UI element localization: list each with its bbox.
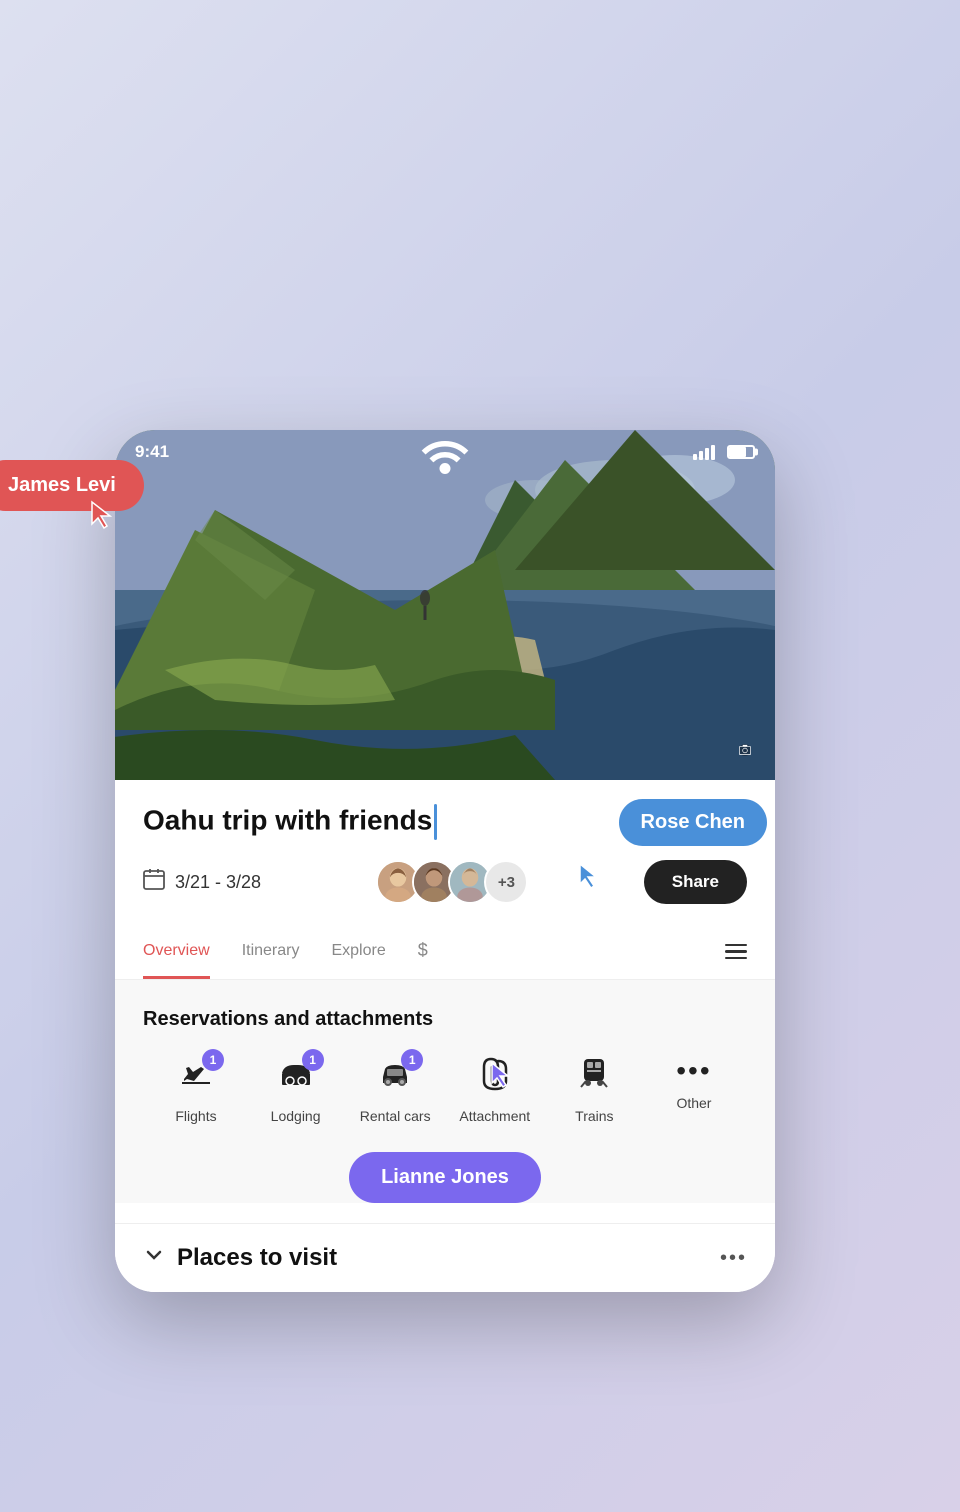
phone-frame: 9:41: [115, 430, 775, 1292]
reservation-flights[interactable]: 1 Flights: [151, 1055, 241, 1124]
rose-chen-tooltip: Rose Chen: [619, 799, 767, 846]
trains-label: Trains: [575, 1108, 613, 1124]
places-title-text: Places to visit: [177, 1244, 337, 1272]
photo-icon[interactable]: [739, 744, 751, 756]
places-header: Places to visit •••: [143, 1244, 747, 1272]
cursor-attachment-icon: [490, 1061, 512, 1094]
date-avatars-row: 3/21 - 3/28: [143, 860, 747, 904]
hamburger-line-1: [725, 944, 747, 947]
rental-cars-label: Rental cars: [360, 1108, 431, 1124]
cursor-james-icon: [90, 500, 114, 535]
text-cursor: [434, 804, 437, 840]
hamburger-menu-button[interactable]: [725, 928, 747, 976]
reservation-trains[interactable]: Trains: [549, 1055, 639, 1124]
flights-label: Flights: [175, 1108, 216, 1124]
chevron-down-icon[interactable]: [143, 1244, 165, 1272]
lodging-icon-wrapper: 1: [278, 1055, 314, 1100]
card-content: Oahu trip with friends Rose Chen: [115, 780, 775, 904]
reservation-rental-cars[interactable]: 1 Rental cars: [350, 1055, 440, 1124]
extra-members-badge[interactable]: +3: [484, 860, 528, 904]
status-icons: [693, 445, 755, 460]
hamburger-line-2: [725, 950, 747, 953]
calendar-icon: [143, 868, 165, 896]
places-more-icon[interactable]: •••: [720, 1247, 747, 1270]
lodging-label: Lodging: [271, 1108, 321, 1124]
lodging-badge: 1: [302, 1049, 324, 1071]
other-icon-wrapper: •••: [676, 1055, 711, 1087]
tab-explore[interactable]: Explore: [331, 926, 385, 979]
reservation-lodging[interactable]: 1 Lodging: [251, 1055, 341, 1124]
rental-cars-icon-wrapper: 1: [377, 1055, 413, 1100]
hero-image: 9:41: [115, 430, 775, 780]
tabs-row: Overview Itinerary Explore $: [115, 924, 775, 980]
james-levi-tooltip: James Levi: [0, 460, 144, 511]
reservations-row: 1 Flights 1 Lodgi: [143, 1055, 747, 1124]
share-button[interactable]: Share: [644, 860, 747, 904]
reservations-section-title: Reservations and attachments: [143, 1008, 747, 1031]
tab-itinerary[interactable]: Itinerary: [242, 926, 300, 979]
trip-title-row: Oahu trip with friends Rose Chen: [143, 804, 747, 840]
cursor-rose-icon: [578, 862, 600, 895]
flights-icon-wrapper: 1: [178, 1055, 214, 1100]
other-icon: •••: [676, 1055, 711, 1087]
lianne-jones-tooltip-wrapper: Lianne Jones: [143, 1152, 747, 1203]
trains-icon: [577, 1055, 611, 1100]
trains-icon-wrapper: [577, 1055, 611, 1100]
date-range: 3/21 - 3/28: [175, 872, 261, 893]
lianne-jones-tooltip: Lianne Jones: [349, 1152, 541, 1203]
places-section: Places to visit •••: [115, 1223, 775, 1292]
hamburger-line-3: [725, 957, 747, 960]
status-bar: 9:41: [115, 430, 775, 474]
attachment-label: Attachment: [459, 1108, 530, 1124]
reservation-attachment[interactable]: Attachment: [450, 1055, 540, 1124]
places-title[interactable]: Places to visit: [143, 1244, 337, 1272]
tab-dollar[interactable]: $: [418, 924, 428, 980]
battery-icon: [727, 445, 755, 459]
flights-badge: 1: [202, 1049, 224, 1071]
tab-overview[interactable]: Overview: [143, 926, 210, 979]
other-label: Other: [676, 1095, 711, 1111]
trip-title-text: Oahu trip with friends: [143, 804, 432, 835]
rental-cars-badge: 1: [401, 1049, 423, 1071]
reservation-other[interactable]: ••• Other: [649, 1055, 739, 1111]
avatars-section: +3: [376, 860, 528, 904]
date-section: 3/21 - 3/28: [143, 868, 261, 896]
main-content: Reservations and attachments 1 Flights: [115, 980, 775, 1203]
